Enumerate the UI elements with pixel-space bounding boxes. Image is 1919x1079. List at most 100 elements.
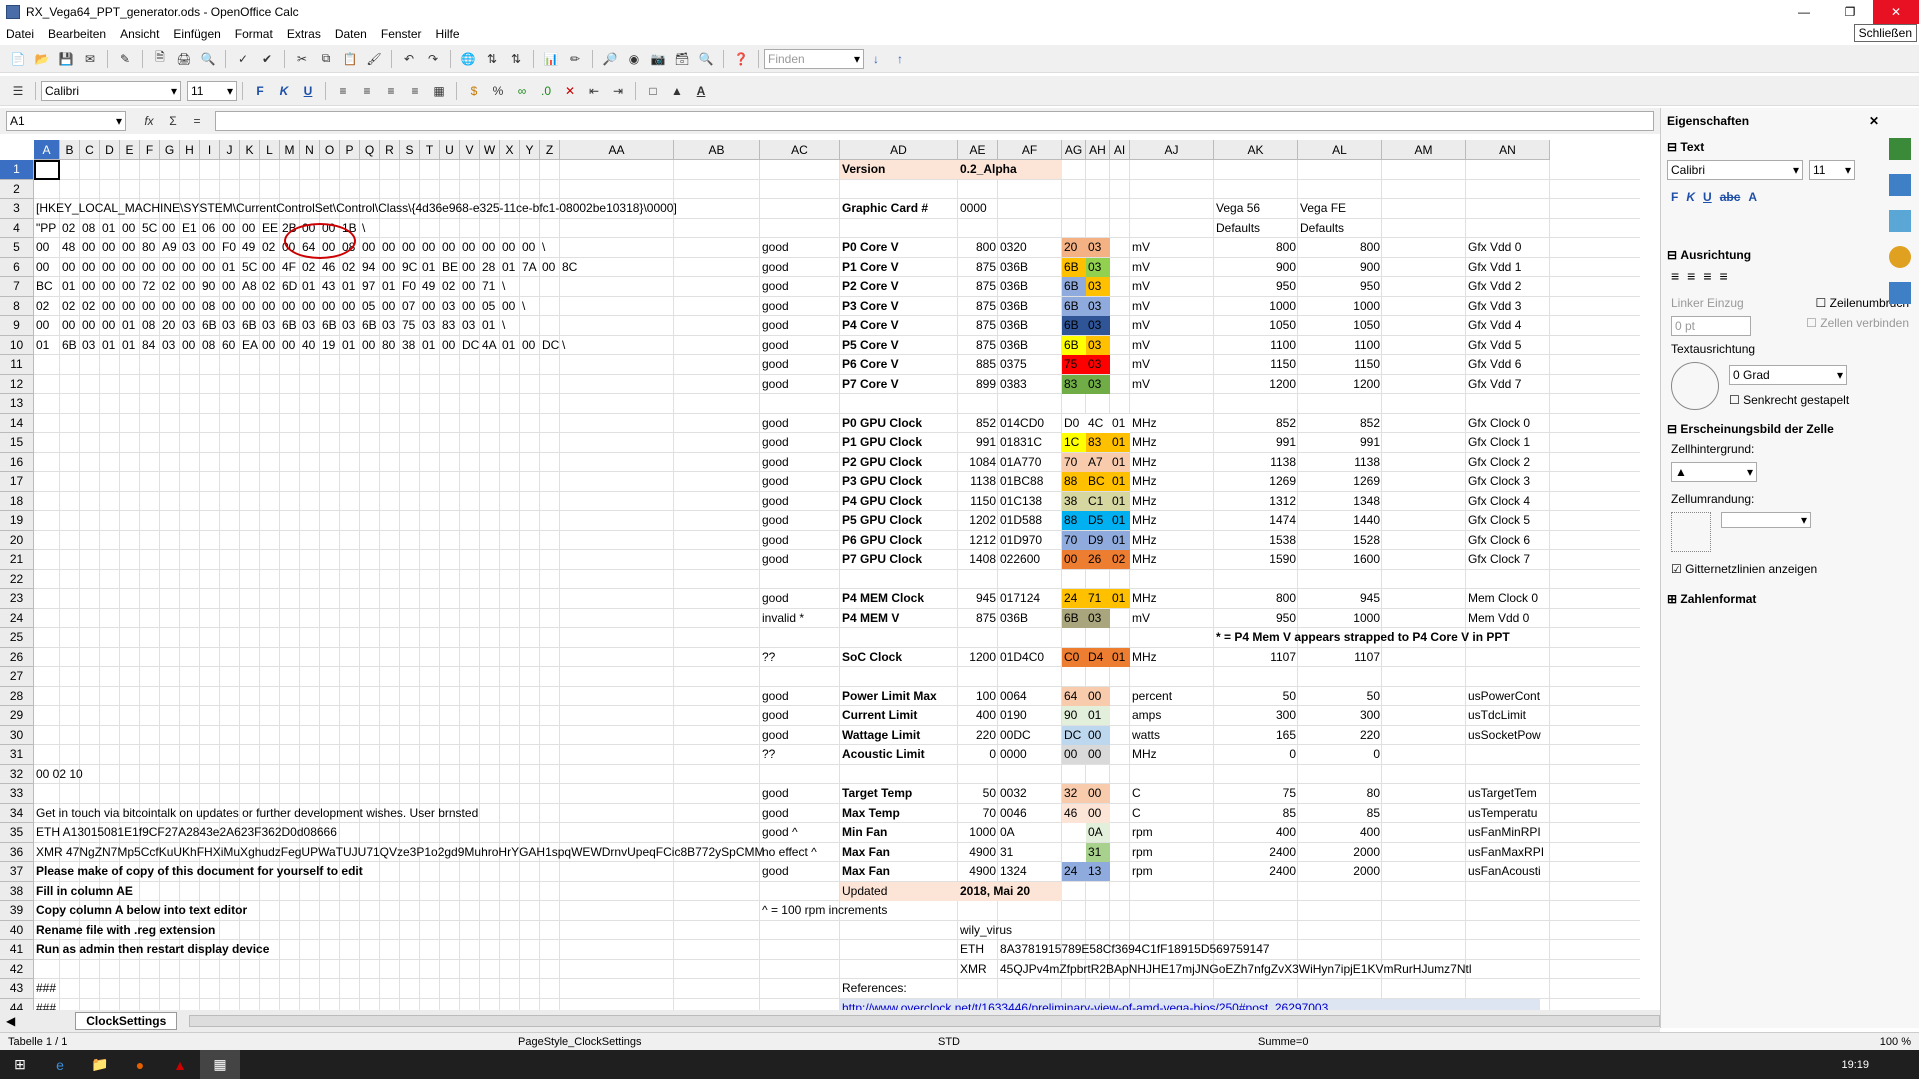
hex-cell[interactable]: 00 — [80, 258, 100, 277]
find-next-icon[interactable]: ↓ — [867, 50, 885, 68]
hex-cell[interactable]: 01 — [100, 219, 120, 238]
row-header-39[interactable]: 39 — [0, 901, 34, 921]
unit-cell[interactable]: C — [1130, 804, 1214, 823]
hex-cell[interactable]: 07 — [400, 297, 420, 316]
updated-label[interactable]: Updated — [840, 881, 958, 901]
param-id[interactable]: Gfx Vdd 6 — [1466, 355, 1550, 374]
hex-byte[interactable]: C1 — [1086, 491, 1110, 511]
hex-cell[interactable]: 03 — [180, 238, 200, 257]
hex-cell[interactable]: 01 — [120, 336, 140, 355]
column-header-t[interactable]: T — [420, 140, 440, 160]
vegafe-value[interactable]: 1000 — [1298, 609, 1382, 628]
param-name[interactable]: P2 GPU Clock — [840, 453, 958, 472]
instruction[interactable]: Fill in column AE — [34, 882, 734, 901]
column-header-w[interactable]: W — [480, 140, 500, 160]
standard-format-icon[interactable]: ∞ — [513, 82, 531, 100]
unit-cell[interactable]: MHz — [1130, 453, 1214, 472]
column-header-v[interactable]: V — [460, 140, 480, 160]
underline-icon[interactable]: U — [1703, 190, 1712, 204]
hex-byte[interactable]: 26 — [1086, 550, 1110, 569]
hex-cell[interactable]: 08 — [140, 316, 160, 335]
hex-byte[interactable]: 03 — [1086, 277, 1110, 296]
hex-cell[interactable]: 00 — [260, 258, 280, 277]
hex-byte[interactable]: 02 — [1110, 550, 1130, 569]
column-header-l[interactable]: L — [260, 140, 280, 160]
hex-cell[interactable]: 00 — [100, 297, 120, 316]
help-icon[interactable]: ❓ — [732, 50, 750, 68]
unit-cell[interactable]: MHz — [1130, 511, 1214, 530]
row-header-36[interactable]: 36 — [0, 842, 34, 862]
row-header-15[interactable]: 15 — [0, 433, 34, 453]
param-name[interactable]: P5 Core V — [840, 336, 958, 355]
row-header-6[interactable]: 6 — [0, 257, 34, 277]
hex-cell[interactable]: 00 — [460, 297, 480, 316]
eth-address-2[interactable]: 8A3781915789E58Cf3694C1fF18915D569759147 — [998, 940, 1478, 959]
styles-icon[interactable]: ☰ — [9, 82, 27, 100]
equals-icon[interactable]: = — [188, 112, 206, 130]
hex-tail[interactable]: 00 02 10 — [34, 765, 134, 784]
author-cell[interactable]: wily_virus — [958, 921, 1158, 940]
param-name[interactable]: P4 MEM Clock — [840, 589, 958, 608]
unit-cell[interactable]: mV — [1130, 336, 1214, 355]
hex-byte[interactable]: 6B — [1062, 316, 1086, 335]
hex-byte[interactable]: 71 — [1086, 589, 1110, 608]
hex-cell[interactable]: 06 — [200, 219, 220, 238]
strapped-note[interactable]: * = P4 Mem V appears strapped to P4 Core… — [1214, 628, 1634, 647]
param-input[interactable]: 70 — [958, 804, 998, 823]
eth-label[interactable]: ETH — [958, 940, 998, 959]
hex-cell[interactable]: 00 — [120, 238, 140, 257]
unit-cell[interactable]: mV — [1130, 258, 1214, 277]
param-input[interactable]: 1212 — [958, 531, 998, 550]
hex-cell[interactable]: 94 — [360, 258, 380, 277]
param-hex[interactable]: 022600 — [998, 550, 1062, 569]
maximize-button[interactable]: ❐ — [1827, 0, 1873, 24]
vega56-value[interactable]: 1312 — [1214, 492, 1298, 511]
param-name[interactable]: Target Temp — [840, 784, 958, 803]
param-name[interactable]: P4 GPU Clock — [840, 492, 958, 511]
row-header-44[interactable]: 44 — [0, 998, 34, 1010]
hex-byte[interactable]: D5 — [1086, 511, 1110, 530]
unit-cell[interactable]: MHz — [1130, 550, 1214, 569]
minimize-button[interactable]: — — [1781, 0, 1827, 24]
column-header-e[interactable]: E — [120, 140, 140, 160]
param-name[interactable]: P7 GPU Clock — [840, 550, 958, 569]
column-header-af[interactable]: AF — [998, 140, 1062, 160]
param-hex[interactable]: 0000 — [998, 745, 1062, 764]
param-id[interactable]: Gfx Vdd 1 — [1466, 258, 1550, 277]
underline-icon[interactable]: U — [299, 82, 317, 100]
status-cell[interactable]: good — [760, 336, 840, 355]
column-header-ah[interactable]: AH — [1086, 140, 1110, 160]
param-hex[interactable]: 01D4C0 — [998, 648, 1062, 667]
format-paintbrush-icon[interactable]: 🖌 — [365, 50, 383, 68]
hex-cell[interactable]: 01 — [420, 336, 440, 355]
degree-select[interactable]: 0 Grad ▾ — [1729, 365, 1847, 385]
navigator-deck-icon[interactable] — [1889, 246, 1911, 268]
contact-note[interactable]: Get in touch via bitcointalk on updates … — [34, 804, 734, 823]
row-header-4[interactable]: 4 — [0, 218, 34, 238]
param-id[interactable]: Gfx Vdd 2 — [1466, 277, 1550, 296]
param-hex[interactable]: 036B — [998, 609, 1062, 628]
hex-byte[interactable]: 31 — [1086, 842, 1110, 862]
number-format-section[interactable]: ⊞ Zahlenformat — [1661, 592, 1919, 606]
unit-cell[interactable]: MHz — [1130, 433, 1214, 452]
column-header-an[interactable]: AN — [1466, 140, 1550, 160]
param-input[interactable]: 800 — [958, 238, 998, 257]
name-box[interactable]: A1 ▾ — [6, 111, 126, 131]
delete-decimal-icon[interactable]: ✕ — [561, 82, 579, 100]
row-header-20[interactable]: 20 — [0, 530, 34, 550]
param-input[interactable]: 220 — [958, 726, 998, 745]
vega56-value[interactable]: 1138 — [1214, 453, 1298, 472]
placeholder-cell[interactable]: ### — [34, 999, 60, 1011]
hex-cell[interactable]: 6B — [320, 316, 340, 335]
param-hex[interactable]: 036B — [998, 297, 1062, 316]
hex-byte[interactable]: 01 — [1110, 589, 1130, 608]
hex-cell[interactable]: 00 — [240, 219, 260, 238]
edit-mode-icon[interactable]: ✎ — [116, 50, 134, 68]
hex-cell[interactable]: 00 — [140, 297, 160, 316]
text-section[interactable]: ⊟ Text — [1661, 140, 1919, 154]
status-cell[interactable]: good — [760, 297, 840, 316]
hex-cell[interactable]: 01 — [500, 336, 520, 355]
row-header-33[interactable]: 33 — [0, 784, 34, 804]
param-input[interactable]: 875 — [958, 336, 998, 355]
vega56-value[interactable]: 1107 — [1214, 648, 1298, 667]
